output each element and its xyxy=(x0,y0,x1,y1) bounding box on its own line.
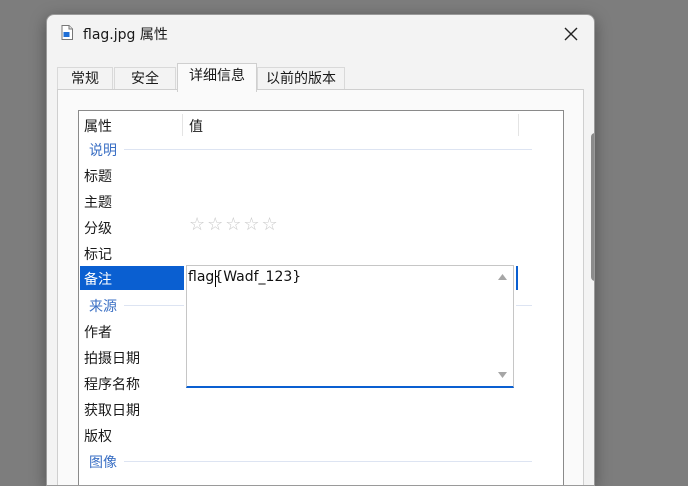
tab-details[interactable]: 详细信息 xyxy=(177,63,257,92)
group-header-image: 图像 xyxy=(89,455,117,471)
column-header-value[interactable]: 值 xyxy=(189,116,203,136)
scroll-down-arrow-icon[interactable] xyxy=(498,372,507,378)
property-comments[interactable]: 备注 xyxy=(84,269,112,289)
properties-dialog: flag.jpg 属性 常规 安全 详细信息 以前的版本 属性 值 说明 标题 … xyxy=(46,14,595,486)
tab-general[interactable]: 常规 xyxy=(57,67,113,90)
group-header-origin: 来源 xyxy=(89,299,117,315)
tab-security[interactable]: 安全 xyxy=(114,67,176,90)
property-date-taken[interactable]: 拍摄日期 xyxy=(84,348,140,368)
window-title: flag.jpg 属性 xyxy=(83,27,168,43)
column-divider[interactable] xyxy=(182,114,183,136)
column-divider[interactable] xyxy=(518,114,519,136)
tab-previous-versions[interactable]: 以前的版本 xyxy=(257,67,345,90)
property-copyright[interactable]: 版权 xyxy=(84,426,112,446)
details-panel: 属性 值 说明 标题 主题 分级 ☆☆☆☆☆ 标记 备注 来源 作者 拍摄日期 … xyxy=(57,89,584,485)
group-header-description: 说明 xyxy=(89,143,117,159)
properties-list[interactable]: 属性 值 说明 标题 主题 分级 ☆☆☆☆☆ 标记 备注 来源 作者 拍摄日期 … xyxy=(78,110,564,485)
rating-stars[interactable]: ☆☆☆☆☆ xyxy=(189,214,280,235)
comments-editor[interactable]: flag{Wadf_123} xyxy=(186,265,514,388)
property-title[interactable]: 标题 xyxy=(84,166,112,186)
group-divider xyxy=(124,305,184,306)
property-date-acquired[interactable]: 获取日期 xyxy=(84,400,140,420)
group-divider xyxy=(516,305,532,306)
list-header: 属性 值 xyxy=(79,111,563,137)
comments-editor-value[interactable]: flag{Wadf_123} xyxy=(188,269,301,285)
property-tags[interactable]: 标记 xyxy=(84,244,112,264)
text-caret xyxy=(215,270,216,287)
editor-focus-edge xyxy=(516,266,518,290)
property-rating[interactable]: 分级 xyxy=(84,218,112,238)
list-scrollbar[interactable] xyxy=(589,133,594,473)
close-icon xyxy=(564,27,578,41)
title-bar: flag.jpg 属性 xyxy=(47,15,594,55)
group-divider xyxy=(124,149,532,150)
group-divider xyxy=(124,461,532,462)
property-program-name[interactable]: 程序名称 xyxy=(84,374,140,394)
scrollbar-thumb[interactable] xyxy=(591,133,594,281)
property-subject[interactable]: 主题 xyxy=(84,192,112,212)
image-file-icon xyxy=(61,25,73,40)
close-button[interactable] xyxy=(548,15,594,53)
property-authors[interactable]: 作者 xyxy=(84,322,112,342)
column-header-property[interactable]: 属性 xyxy=(84,116,112,136)
scroll-up-arrow-icon[interactable] xyxy=(498,274,507,280)
